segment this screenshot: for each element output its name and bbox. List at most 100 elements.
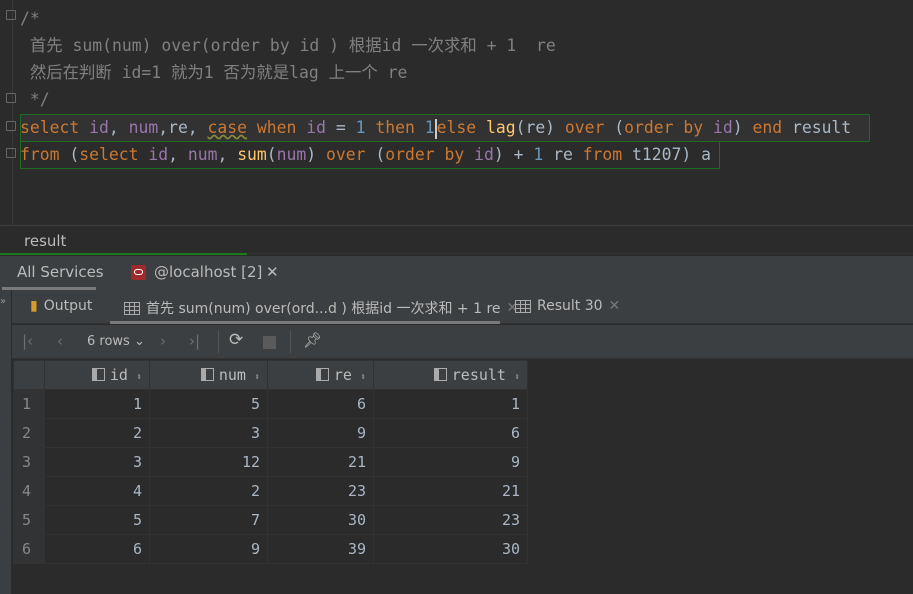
column-header-result[interactable]: result ⬍ [373,360,528,390]
tab-output[interactable]: ▮ Output [30,298,92,314]
stop-icon[interactable] [263,336,276,349]
prev-page-icon[interactable]: ‹ [57,332,63,350]
table-cell[interactable]: 5 [44,505,150,535]
fold-icon[interactable] [6,148,16,158]
sql-token: (re) [515,118,565,137]
table-cell[interactable]: 12 [149,447,268,477]
sql-line-from[interactable]: from (select id, num, sum(num) over (ord… [20,141,711,168]
table-cell[interactable]: 6 [373,418,528,448]
table-cell[interactable]: 1 [373,389,528,419]
services-tabs: All Services @localhost [2] ✕ [0,256,913,290]
table-cell[interactable]: 23 [267,476,374,506]
table-cell[interactable]: 9 [149,534,268,564]
tab-label: Output [43,298,93,314]
table-cell[interactable]: 30 [267,505,374,535]
sql-token: ) + [493,145,534,164]
table-cell[interactable]: 2 [149,476,268,506]
sql-token: id [148,145,169,164]
close-icon[interactable]: ✕ [266,263,279,281]
table-cell[interactable]: 5 [149,389,268,419]
sql-token: case [207,118,248,137]
pin-icon[interactable]: 📌︎ [303,331,322,349]
sort-icon[interactable]: ⬍ [254,372,260,383]
sql-token: num [276,145,307,164]
tab-all-services[interactable]: All Services [17,263,104,281]
tab-label: 首先 sum(num) over(ord...d ) 根据id 一次求和 + 1… [146,301,501,317]
row-number[interactable]: 6 [13,534,45,564]
sql-token: 1 [355,118,366,137]
sql-token: ( [59,145,80,164]
table-icon [124,301,140,315]
tab-result-query[interactable]: 首先 sum(num) over(ord...d ) 根据id 一次求和 + 1… [124,298,518,318]
table-row[interactable]: 4 4 2 23 21 [13,476,528,506]
table-row[interactable]: 3 3 12 21 9 [13,447,528,477]
row-number[interactable]: 3 [13,447,45,477]
tab-result-30[interactable]: Result 30 ✕ [515,298,620,314]
column-icon [200,368,214,381]
last-page-icon[interactable]: ›| [189,332,200,350]
column-header-num[interactable]: num ⬍ [149,360,268,390]
result-toolbar: |‹ ‹ 6 rows ⌄ › ›| ⟳ 📌︎ [12,325,913,359]
table-cell[interactable]: 1 [44,389,150,419]
sql-line-select[interactable]: select id, num,re, case when id = 1 then… [20,114,851,141]
table-row[interactable]: 22396 [13,418,528,448]
fold-icon[interactable] [6,93,16,103]
sql-token: = [326,118,356,137]
sql-token: num [128,118,159,137]
table-cell[interactable]: 21 [373,476,528,506]
table-row[interactable]: 5 5 7 30 23 [13,505,528,535]
sql-token: order by [385,145,465,164]
close-icon[interactable]: ✕ [609,298,621,314]
sql-token: then [375,118,415,137]
table-cell[interactable]: 4 [44,476,150,506]
row-number[interactable]: 5 [13,505,45,535]
table-cell[interactable]: 9 [373,447,528,477]
table-cell[interactable]: 3 [149,418,268,448]
rows-dropdown[interactable]: 6 rows ⌄ [87,334,145,349]
table-cell[interactable]: 7 [149,505,268,535]
table-cell[interactable]: 21 [267,447,374,477]
first-page-icon[interactable]: |‹ [22,332,33,350]
sql-editor[interactable]: /* 首先 sum(num) over(order by id ) 根据id 一… [0,0,913,226]
column-icon [91,368,105,381]
sort-icon[interactable]: ⬍ [136,372,142,383]
fold-icon[interactable] [6,121,16,131]
next-page-icon[interactable]: › [160,332,166,350]
sql-token: when [256,118,297,137]
sql-token: ( [604,118,625,137]
sql-token: 1 [424,118,435,137]
table-cell[interactable]: 9 [267,418,374,448]
table-cell[interactable]: 23 [373,505,528,535]
column-icon [433,368,447,381]
table-cell[interactable]: 6 [44,534,150,564]
sql-token: id [712,118,733,137]
row-number[interactable]: 1 [13,389,45,419]
result-label-bar: result [0,228,913,255]
sort-icon[interactable]: ⬍ [514,372,520,383]
refresh-icon[interactable]: ⟳ [229,330,243,350]
header-label: result [451,366,506,384]
table-row[interactable]: 11561 [13,389,528,419]
header-label: id [109,366,128,384]
comment-line: */ [20,90,50,109]
sql-token: ( [365,145,386,164]
row-number[interactable]: 2 [13,418,45,448]
sort-icon[interactable]: ⬍ [360,372,366,383]
sql-token: from [20,145,60,164]
table-cell[interactable]: 3 [44,447,150,477]
table-cell[interactable]: 6 [267,389,374,419]
result-tabs: ▮ Output 首先 sum(num) over(ord...d ) 根据id … [12,290,913,324]
sql-token: id [306,118,327,137]
fold-icon[interactable] [6,10,16,20]
table-cell[interactable]: 39 [267,534,374,564]
tab-localhost[interactable]: @localhost [2] [154,263,262,281]
column-header-id[interactable]: id ⬍ [44,360,150,390]
table-row[interactable]: 6 6 9 39 30 [13,534,528,564]
table-cell[interactable]: 2 [44,418,150,448]
column-header-re[interactable]: re ⬍ [267,360,374,390]
row-number[interactable]: 4 [13,476,45,506]
table-cell[interactable]: 30 [373,534,528,564]
